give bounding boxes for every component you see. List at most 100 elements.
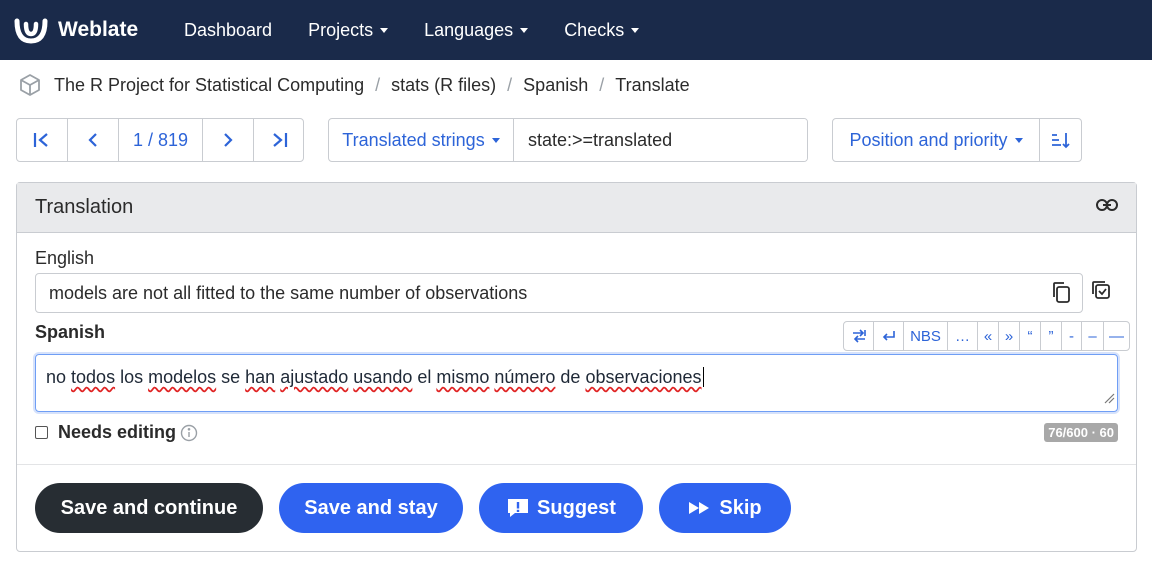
- tab-icon: [852, 329, 866, 343]
- save-and-continue-label: Save and continue: [60, 496, 238, 519]
- next-button[interactable]: [203, 119, 254, 161]
- special-char-button[interactable]: -: [1062, 322, 1082, 350]
- caret-down-icon: [491, 137, 500, 143]
- target-text-segment: de: [555, 367, 586, 387]
- special-char-button[interactable]: «: [978, 322, 999, 350]
- nav-projects[interactable]: Projects: [308, 19, 389, 41]
- breadcrumb-language[interactable]: Spanish: [523, 75, 588, 96]
- resize-handle-icon[interactable]: [1104, 388, 1115, 409]
- misspelled-word: ajustado: [280, 367, 349, 387]
- misspelled-word: han: [245, 367, 276, 387]
- nav-projects-label: Projects: [308, 19, 374, 40]
- breadcrumb: The R Project for Statistical Computing …: [0, 60, 1152, 110]
- previous-button[interactable]: [68, 119, 119, 161]
- translation-panel: Translation English models are not all f…: [16, 182, 1137, 552]
- filter-dropdown[interactable]: Translated strings: [329, 119, 514, 161]
- misspelled-word: observaciones: [585, 367, 702, 387]
- text-cursor: [702, 367, 704, 387]
- special-char-button[interactable]: ”: [1041, 322, 1062, 350]
- breadcrumb-project[interactable]: The R Project for Statistical Computing: [54, 75, 364, 96]
- needs-editing-checkbox[interactable]: [35, 426, 48, 439]
- string-navigation: 1 / 819: [16, 118, 304, 162]
- misspelled-word: número: [494, 367, 556, 387]
- nav-dashboard-label: Dashboard: [184, 19, 273, 40]
- misspelled-word: todos: [71, 367, 116, 387]
- breadcrumb-separator: /: [599, 74, 605, 95]
- breadcrumb-separator: /: [375, 74, 381, 95]
- copy-icon[interactable]: [1051, 281, 1071, 308]
- sort-dropdown[interactable]: Position and priority: [833, 119, 1040, 161]
- save-and-continue-button[interactable]: Save and continue: [35, 483, 263, 533]
- cube-icon: [18, 73, 42, 97]
- misspelled-word: mismo: [436, 367, 490, 387]
- special-char-button[interactable]: —: [1104, 322, 1129, 350]
- top-navbar: Weblate Dashboard Projects Languages Che…: [0, 0, 1152, 60]
- panel-title: Translation: [35, 196, 134, 218]
- source-string: models are not all fitted to the same nu…: [35, 273, 1083, 313]
- target-text-segment: no: [46, 367, 72, 387]
- sort-group: Position and priority: [832, 118, 1082, 162]
- target-text-segment: el: [412, 367, 437, 387]
- nav-languages[interactable]: Languages: [424, 19, 529, 41]
- filter-query-input[interactable]: [514, 119, 807, 161]
- needs-editing-label[interactable]: Needs editing: [58, 422, 176, 443]
- nav-checks-label: Checks: [564, 19, 625, 40]
- special-char-button[interactable]: …: [948, 322, 978, 350]
- nav-dashboard[interactable]: Dashboard: [184, 20, 272, 41]
- action-buttons: Save and continue Save and stay Suggest …: [35, 483, 807, 533]
- nav-checks[interactable]: Checks: [564, 19, 640, 41]
- brand[interactable]: Weblate: [14, 15, 166, 45]
- return-icon: [882, 331, 895, 341]
- breadcrumb-component[interactable]: stats (R files): [391, 75, 496, 96]
- sort-dropdown-label: Position and priority: [849, 129, 1008, 150]
- misspelled-word: modelos: [148, 367, 217, 387]
- suggest-icon: [506, 496, 530, 520]
- breadcrumb-translate[interactable]: Translate: [615, 75, 689, 96]
- suggest-button[interactable]: Suggest: [479, 483, 643, 533]
- filter-dropdown-label: Translated strings: [342, 129, 485, 150]
- translation-textarea[interactable]: no todos los modelos se han ajustado usa…: [35, 354, 1118, 412]
- toolbar: 1 / 819 Translated strings Position and …: [0, 110, 1152, 170]
- chevron-right-icon: [224, 133, 233, 147]
- source-text: models are not all fitted to the same nu…: [49, 282, 528, 303]
- special-char-button[interactable]: “: [1020, 322, 1041, 350]
- last-icon: [272, 133, 287, 147]
- caret-down-icon: [520, 27, 529, 33]
- insert-tab-button[interactable]: [844, 322, 874, 350]
- caret-down-icon: [1014, 137, 1023, 143]
- filter-group: Translated strings: [328, 118, 808, 162]
- suggest-label: Suggest: [537, 496, 616, 519]
- special-characters-toolbar: NBS … « » “ ” - – —: [843, 321, 1130, 351]
- fast-forward-icon: [688, 499, 712, 517]
- save-and-stay-button[interactable]: Save and stay: [279, 483, 463, 533]
- target-text-segment: se: [216, 367, 246, 387]
- caret-down-icon: [380, 27, 389, 33]
- length-counter-badge: 76/600 · 60: [1044, 423, 1118, 442]
- target-text-segment: los: [115, 367, 149, 387]
- first-button[interactable]: [17, 119, 68, 161]
- misspelled-word: usando: [353, 367, 413, 387]
- special-char-button[interactable]: »: [999, 322, 1020, 350]
- sort-descending-icon: [1051, 133, 1070, 149]
- insert-newline-button[interactable]: [874, 322, 904, 350]
- weblate-logo-icon: [14, 18, 48, 44]
- skip-label: Skip: [719, 496, 762, 519]
- special-char-button[interactable]: –: [1082, 322, 1104, 350]
- panel-header: Translation: [17, 183, 1136, 233]
- chevron-left-icon: [88, 133, 97, 147]
- divider: [17, 464, 1136, 465]
- position-indicator[interactable]: 1 / 819: [119, 119, 203, 161]
- special-char-button[interactable]: NBS: [904, 322, 948, 350]
- last-button[interactable]: [254, 119, 303, 161]
- info-icon[interactable]: [180, 424, 198, 442]
- source-language-label: English: [35, 248, 95, 268]
- nav-languages-label: Languages: [424, 19, 514, 40]
- caret-down-icon: [631, 27, 640, 33]
- sort-direction-button[interactable]: [1040, 119, 1081, 161]
- brand-name: Weblate: [58, 18, 139, 41]
- breadcrumb-separator: /: [507, 74, 513, 95]
- skip-button[interactable]: Skip: [659, 483, 791, 533]
- clone-source-icon[interactable]: [1090, 279, 1112, 306]
- link-icon[interactable]: [1096, 198, 1118, 217]
- needs-editing-row: Needs editing: [35, 422, 198, 443]
